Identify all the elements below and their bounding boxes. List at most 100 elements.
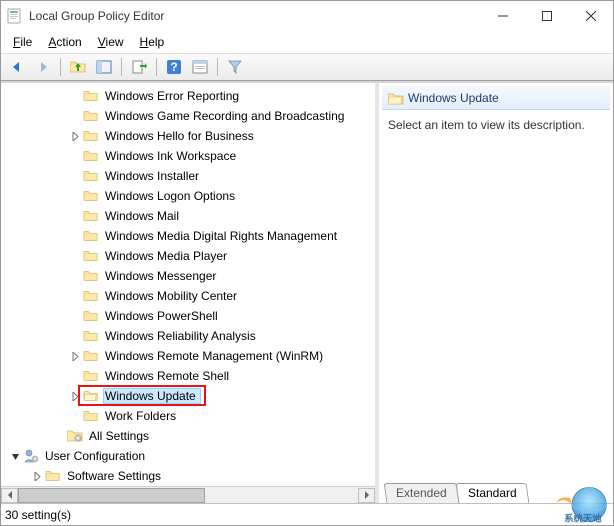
tree-item-label: Windows Game Recording and Broadcasting: [103, 109, 346, 123]
export-list-button[interactable]: [127, 56, 151, 78]
tree-item-windows-installer[interactable]: Windows Installer: [1, 166, 375, 186]
tree-scroll[interactable]: Windows Error Reporting Windows Game Reco…: [1, 83, 375, 486]
details-tabs: Extended Standard: [379, 481, 613, 503]
tree-item-windows-hello-for-business[interactable]: Windows Hello for Business: [1, 126, 375, 146]
expander-icon: [69, 290, 81, 302]
scroll-track[interactable]: [18, 488, 358, 503]
expander-icon: [69, 330, 81, 342]
tree-item-software-settings[interactable]: Software Settings: [1, 466, 375, 486]
help-button[interactable]: ?: [162, 56, 186, 78]
tree-item-all-settings[interactable]: All Settings: [1, 426, 375, 446]
expander-icon: [69, 90, 81, 102]
folder-icon: [83, 149, 99, 163]
expander-icon: [69, 150, 81, 162]
tab-standard[interactable]: Standard: [455, 483, 529, 503]
tree-item-windows-media-player[interactable]: Windows Media Player: [1, 246, 375, 266]
tab-extended[interactable]: Extended: [384, 483, 460, 503]
tree-item-label: Windows Media Digital Rights Management: [103, 229, 339, 243]
expander-icon: [69, 310, 81, 322]
tree-item-label: Windows Mail: [103, 209, 181, 223]
filter-button[interactable]: [223, 56, 247, 78]
expander-icon[interactable]: [69, 130, 81, 142]
menu-file[interactable]: File: [5, 33, 40, 51]
status-text: 30 setting(s): [5, 508, 71, 522]
tree-item-label: User Configuration: [43, 449, 147, 463]
toolbar-separator: [60, 58, 61, 76]
details-header: Windows Update: [382, 86, 610, 110]
toolbar: ?: [1, 53, 613, 81]
folder-icon: [83, 289, 99, 303]
expander-icon: [69, 410, 81, 422]
maximize-button[interactable]: [525, 2, 569, 30]
folder-icon: [388, 91, 404, 105]
menu-bar: File Action View Help: [1, 31, 613, 53]
cog-folder-icon: [67, 428, 83, 444]
tree-item-label: Windows Logon Options: [103, 189, 237, 203]
properties-button[interactable]: [188, 56, 212, 78]
forward-button[interactable]: [31, 56, 55, 78]
back-button[interactable]: [5, 56, 29, 78]
horizontal-scrollbar[interactable]: [1, 486, 375, 503]
tree-item-work-folders[interactable]: Work Folders: [1, 406, 375, 426]
expander-icon: [69, 250, 81, 262]
tree-item-windows-messenger[interactable]: Windows Messenger: [1, 266, 375, 286]
scroll-left-button[interactable]: [1, 488, 18, 503]
tree-item-label: Windows Messenger: [103, 269, 218, 283]
tree-item-windows-mail[interactable]: Windows Mail: [1, 206, 375, 226]
menu-action[interactable]: Action: [40, 33, 89, 51]
expander-icon: [69, 270, 81, 282]
show-hide-tree-button[interactable]: [92, 56, 116, 78]
tree-item-label: Work Folders: [103, 409, 178, 423]
folder-icon: [83, 409, 99, 423]
expander-icon[interactable]: [69, 390, 81, 402]
tree-item-label: Software Settings: [65, 469, 163, 483]
menu-help[interactable]: Help: [132, 33, 173, 51]
title-bar: Local Group Policy Editor: [1, 1, 613, 31]
folder-icon: [83, 129, 99, 143]
scroll-right-button[interactable]: [358, 488, 375, 503]
expander-icon: [69, 170, 81, 182]
folder-icon: [83, 269, 99, 283]
tree-item-windows-error-reporting[interactable]: Windows Error Reporting: [1, 86, 375, 106]
folder-icon: [83, 169, 99, 183]
expander-icon[interactable]: [9, 450, 21, 462]
expander-icon: [69, 210, 81, 222]
window-title: Local Group Policy Editor: [29, 9, 164, 23]
folder-icon: [83, 309, 99, 323]
menu-view[interactable]: View: [90, 33, 132, 51]
tree-item-label: Windows Media Player: [103, 249, 229, 263]
details-header-label: Windows Update: [408, 91, 499, 105]
up-button[interactable]: [66, 56, 90, 78]
tree-item-windows-remote-shell[interactable]: Windows Remote Shell: [1, 366, 375, 386]
expander-icon[interactable]: [31, 470, 43, 482]
scroll-thumb[interactable]: [18, 488, 205, 503]
tree-item-windows-remote-management-winrm-[interactable]: Windows Remote Management (WinRM): [1, 346, 375, 366]
tree-item-windows-powershell[interactable]: Windows PowerShell: [1, 306, 375, 326]
folder-icon: [83, 209, 99, 223]
tree-item-label: Windows Remote Management (WinRM): [103, 349, 325, 363]
tree-item-user-configuration[interactable]: User Configuration: [1, 446, 375, 466]
tree-item-windows-ink-workspace[interactable]: Windows Ink Workspace: [1, 146, 375, 166]
minimize-button[interactable]: [481, 2, 525, 30]
tree-item-label: Windows PowerShell: [103, 309, 220, 323]
tree-item-label: Windows Reliability Analysis: [103, 329, 258, 343]
folder-sel-icon: [83, 389, 99, 403]
svg-text:?: ?: [170, 60, 177, 74]
content-area: Windows Error Reporting Windows Game Reco…: [1, 81, 613, 503]
expander-icon[interactable]: [69, 350, 81, 362]
tree-item-windows-logon-options[interactable]: Windows Logon Options: [1, 186, 375, 206]
tree-item-windows-media-digital-rights-management[interactable]: Windows Media Digital Rights Management: [1, 226, 375, 246]
details-pane: Windows Update Select an item to view it…: [379, 83, 613, 503]
tree-item-windows-mobility-center[interactable]: Windows Mobility Center: [1, 286, 375, 306]
close-button[interactable]: [569, 2, 613, 30]
tree-item-windows-game-recording-and-broadcasting[interactable]: Windows Game Recording and Broadcasting: [1, 106, 375, 126]
tree-item-windows-reliability-analysis[interactable]: Windows Reliability Analysis: [1, 326, 375, 346]
tree-item-windows-update[interactable]: Windows Update: [1, 386, 375, 406]
status-bar: 30 setting(s): [1, 503, 613, 525]
folder-icon: [83, 249, 99, 263]
tree-item-label: Windows Installer: [103, 169, 201, 183]
expander-icon: [69, 110, 81, 122]
folder-icon: [83, 349, 99, 363]
tree-pane: Windows Error Reporting Windows Game Reco…: [1, 83, 379, 503]
folder-icon: [83, 329, 99, 343]
